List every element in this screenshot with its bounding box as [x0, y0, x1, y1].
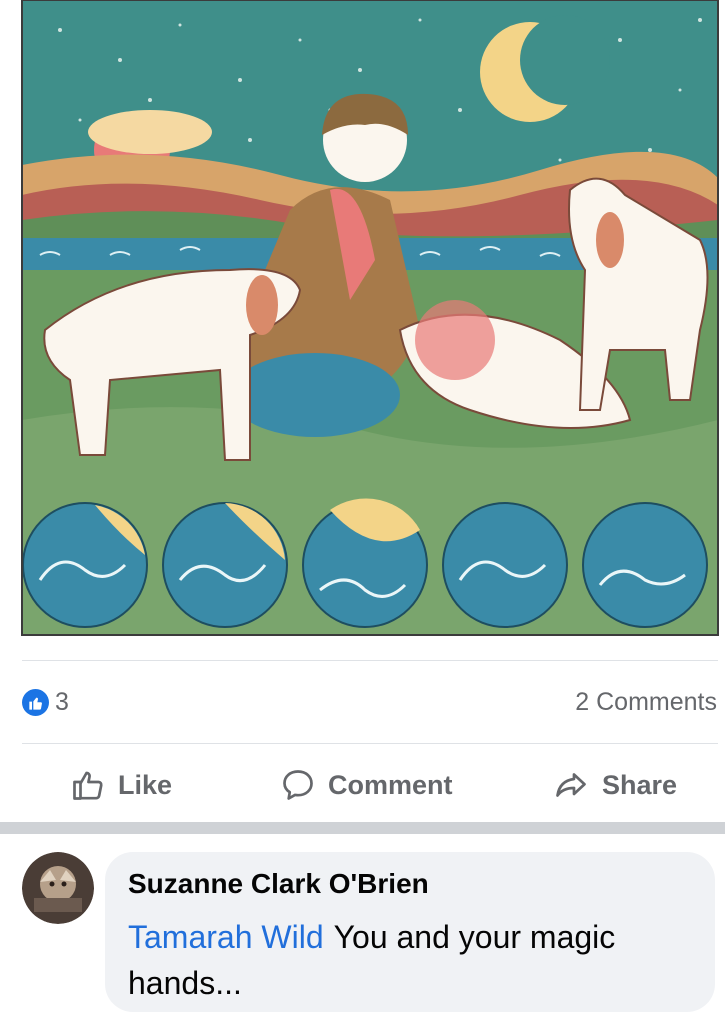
comment-author[interactable]: Suzanne Clark O'Brien [128, 868, 429, 900]
thumbs-up-icon [22, 689, 49, 716]
comment-bubble[interactable]: Suzanne Clark O'Brien Tamarah Wild You an… [105, 852, 715, 1012]
comment-bubble-icon [283, 770, 313, 800]
comment-button[interactable]: Comment [280, 760, 453, 810]
comment-label: Comment [328, 769, 453, 800]
comment-text: Tamarah Wild You and your magic hands... [128, 914, 688, 1006]
like-button[interactable]: Like [70, 760, 172, 810]
actions-divider [22, 743, 718, 744]
comments-count-link[interactable]: 2 Comments [575, 688, 717, 717]
section-separator [0, 822, 725, 834]
comment-mention[interactable]: Tamarah Wild [128, 919, 324, 955]
post-image[interactable] [0, 0, 725, 640]
share-label: Share [602, 769, 678, 800]
reaction-summary[interactable]: 3 [22, 688, 69, 717]
share-button[interactable]: Share [552, 760, 677, 810]
image-bottom-border [22, 660, 718, 661]
post-actions-bar: Like Comment Share [0, 760, 725, 810]
thumbs-up-outline-icon [73, 771, 103, 800]
avatar[interactable] [22, 852, 94, 924]
reaction-count: 3 [55, 688, 69, 716]
share-arrow-icon [556, 773, 586, 797]
like-label: Like [118, 769, 173, 800]
